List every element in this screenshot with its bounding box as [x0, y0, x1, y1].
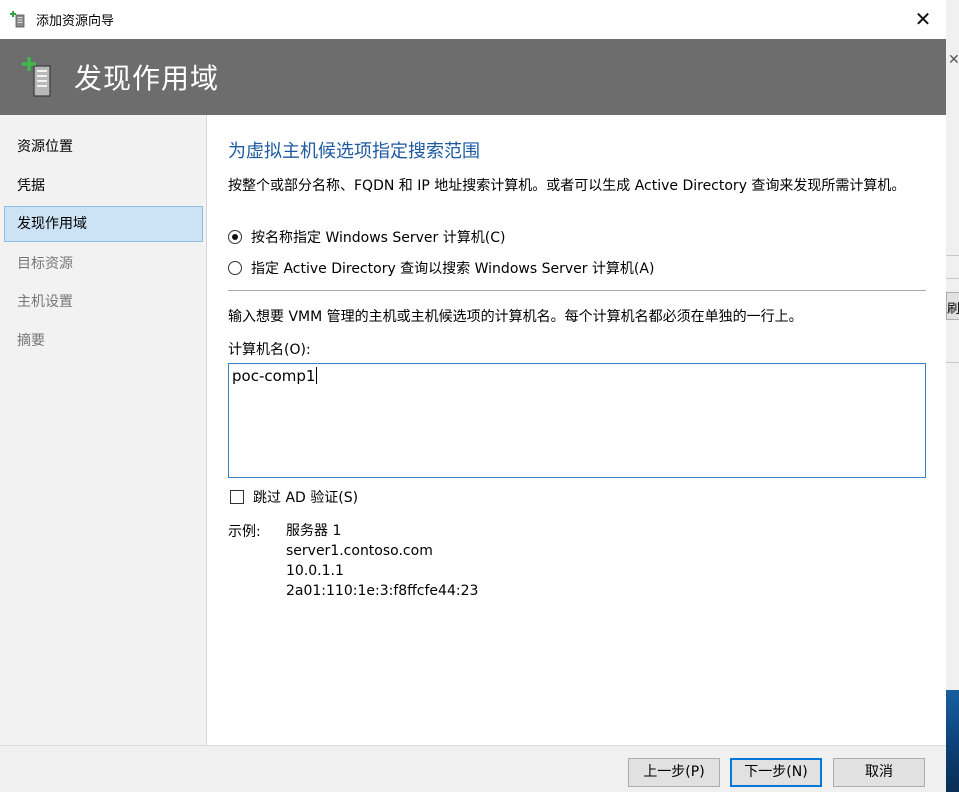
desktop-background	[946, 690, 959, 792]
radio-by-name-option[interactable]: 按名称指定 Windows Server 计算机(C)	[228, 227, 505, 247]
radio-by-ad-option[interactable]: 指定 Active Directory 查询以搜索 Windows Server…	[228, 258, 654, 278]
close-icon[interactable]: ✕	[900, 0, 946, 39]
computer-names-value: poc-comp1	[232, 367, 316, 385]
wizard-header: 发现作用域	[0, 39, 946, 115]
radio-button-checked[interactable]	[228, 230, 242, 244]
example-item: server1.contoso.com	[286, 543, 433, 559]
skip-ad-label: 跳过 AD 验证(S)	[253, 490, 359, 506]
background-divider	[946, 278, 959, 279]
wizard-content: 为虚拟主机候选项指定搜索范围 按整个或部分名称、FQDN 和 IP 地址搜索计算…	[208, 115, 946, 745]
background-divider	[946, 362, 959, 363]
example-label: 示例:	[228, 524, 261, 540]
server-add-icon	[22, 57, 51, 97]
section-title: 为虚拟主机候选项指定搜索范围	[228, 141, 480, 162]
radio-by-name-label: 按名称指定 Windows Server 计算机(C)	[251, 230, 506, 246]
title-bar[interactable]: 添加资源向导 ✕	[0, 0, 946, 39]
cancel-button[interactable]: 取消	[833, 758, 925, 787]
sidebar-item-resource-location[interactable]: 资源位置	[4, 129, 203, 165]
radio-by-ad-label: 指定 Active Directory 查询以搜索 Windows Server…	[251, 261, 655, 277]
sidebar-item-credentials[interactable]: 凭据	[4, 168, 203, 204]
divider	[228, 290, 926, 291]
skip-ad-option[interactable]: 跳过 AD 验证(S)	[230, 487, 358, 507]
radio-button[interactable]	[228, 261, 242, 275]
previous-button[interactable]: 上一步(P)	[628, 758, 720, 787]
example-item: 2a01:110:1e:3:f8ffcfe44:23	[286, 583, 479, 599]
wizard-footer: 上一步(P) 下一步(N) 取消	[0, 745, 946, 792]
sidebar-item-target-resources: 目标资源	[17, 256, 73, 272]
wizard-steps-sidebar: 资源位置 凭据 发现作用域 目标资源 主机设置 摘要	[0, 115, 207, 745]
window-title: 添加资源向导	[36, 14, 115, 29]
example-list: 服务器 1 server1.contoso.com 10.0.1.1 2a01:…	[286, 521, 478, 601]
background-window: ✕ 刷	[946, 0, 959, 792]
next-button[interactable]: 下一步(N)	[730, 758, 822, 787]
add-resource-wizard-dialog: 添加资源向导 ✕ 发现作用域 资源位置 凭据 发现作用域 目标资源 主机设置 摘…	[0, 0, 946, 792]
example-item: 10.0.1.1	[286, 563, 344, 579]
page-title: 发现作用域	[74, 62, 220, 95]
description-text: 按整个或部分名称、FQDN 和 IP 地址搜索计算机。或者可以生成 Active…	[228, 178, 906, 194]
example-item: 服务器 1	[286, 523, 342, 539]
background-button[interactable]: 刷	[946, 292, 959, 320]
server-add-icon	[10, 11, 25, 28]
background-close-icon: ✕	[948, 52, 959, 68]
background-divider	[946, 255, 959, 256]
computer-names-label: 计算机名(O):	[228, 342, 311, 358]
skip-ad-checkbox[interactable]	[230, 490, 244, 504]
sidebar-item-summary: 摘要	[17, 333, 45, 349]
instruction-text: 输入想要 VMM 管理的主机或主机候选项的计算机名。每个计算机名都必须在单独的一…	[228, 309, 803, 325]
sidebar-item-discovery-scope[interactable]: 发现作用域	[4, 206, 203, 242]
computer-names-input[interactable]: poc-comp1	[228, 363, 926, 478]
text-caret	[316, 367, 318, 384]
sidebar-item-host-settings: 主机设置	[17, 294, 73, 310]
